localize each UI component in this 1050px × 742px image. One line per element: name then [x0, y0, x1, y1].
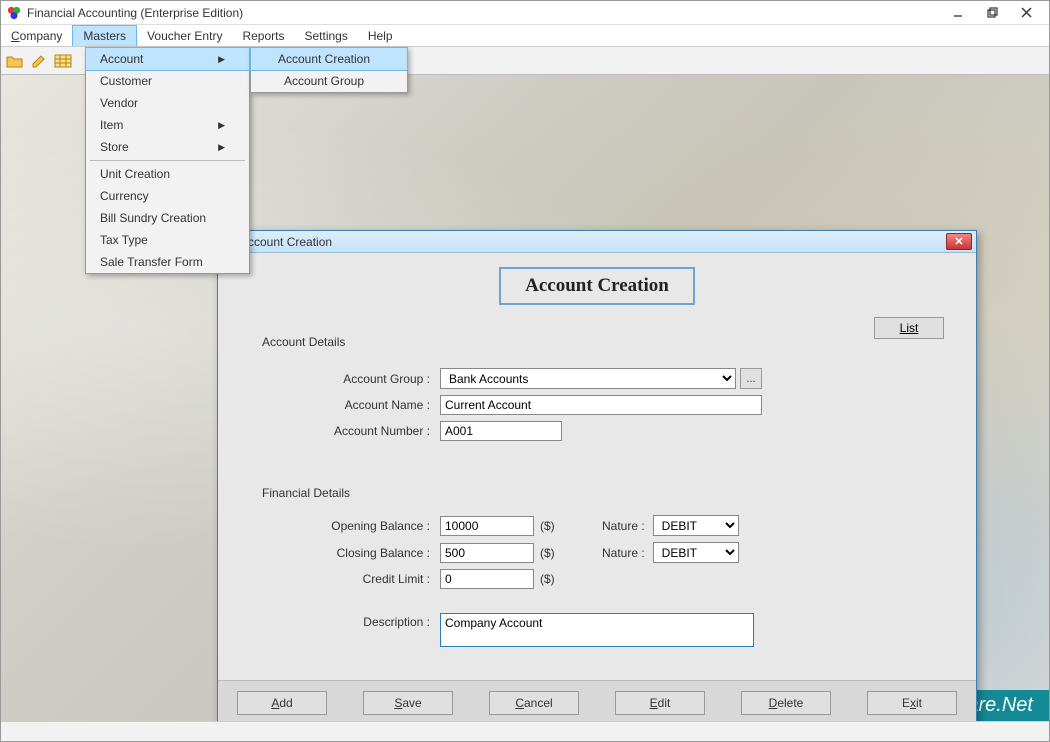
label-account-number: Account Number :	[240, 424, 440, 438]
account-creation-dialog: Account Creation ✕ Account Creation List…	[217, 230, 977, 721]
title-bar: Financial Accounting (Enterprise Edition…	[1, 1, 1049, 25]
menu-item-account[interactable]: Account▶	[85, 47, 250, 71]
section-account-details: Account Details	[262, 335, 954, 349]
nature-1-select[interactable]: DEBIT	[653, 515, 739, 536]
currency-unit: ($)	[540, 546, 555, 560]
menu-item-currency[interactable]: Currency	[86, 185, 249, 207]
window-title: Financial Accounting (Enterprise Edition…	[27, 6, 243, 20]
closing-balance-input[interactable]	[440, 543, 534, 563]
account-submenu: Account Creation Account Group	[250, 47, 408, 93]
toolbar-open-icon[interactable]	[5, 51, 25, 71]
label-account-group: Account Group :	[240, 372, 440, 386]
menu-item-sale-transfer[interactable]: Sale Transfer Form	[86, 251, 249, 273]
dialog-heading: Account Creation	[499, 267, 695, 305]
label-credit-limit: Credit Limit :	[240, 572, 440, 586]
description-textarea[interactable]: Company Account	[440, 613, 754, 647]
save-button[interactable]: Save	[363, 691, 453, 715]
dialog-button-bar: Add Save Cancel Edit Delete Exit	[218, 680, 976, 721]
toolbar-grid-icon[interactable]	[53, 51, 73, 71]
dialog-close-button[interactable]: ✕	[946, 233, 972, 250]
label-closing-balance: Closing Balance :	[240, 546, 440, 560]
list-button[interactable]: List	[874, 317, 944, 339]
menu-voucher[interactable]: Voucher Entry	[137, 25, 232, 46]
menu-item-customer[interactable]: Customer	[86, 70, 249, 92]
label-nature-2: Nature :	[595, 546, 653, 560]
maximize-button[interactable]	[975, 2, 1009, 24]
menu-bar: Company Masters Voucher Entry Reports Se…	[1, 25, 1049, 47]
submenu-account-creation[interactable]: Account Creation	[250, 47, 408, 71]
cancel-button[interactable]: Cancel	[489, 691, 579, 715]
menu-item-item[interactable]: Item▶	[86, 114, 249, 136]
currency-unit: ($)	[540, 572, 555, 586]
menu-item-vendor[interactable]: Vendor	[86, 92, 249, 114]
account-number-input[interactable]	[440, 421, 562, 441]
section-financial-details: Financial Details	[262, 486, 954, 500]
account-group-browse-button[interactable]: ...	[740, 368, 762, 389]
menu-item-tax-type[interactable]: Tax Type	[86, 229, 249, 251]
masters-dropdown: Account▶ Customer Vendor Item▶ Store▶ Un…	[85, 47, 250, 274]
label-nature-1: Nature :	[595, 519, 653, 533]
menu-company[interactable]: Company	[1, 25, 72, 46]
app-icon	[7, 6, 21, 20]
nature-2-select[interactable]: DEBIT	[653, 542, 739, 563]
label-account-name: Account Name :	[240, 398, 440, 412]
opening-balance-input[interactable]	[440, 516, 534, 536]
menu-reports[interactable]: Reports	[232, 25, 294, 46]
close-button[interactable]	[1009, 2, 1043, 24]
account-group-select[interactable]: Bank Accounts	[440, 368, 736, 389]
menu-masters[interactable]: Masters	[72, 25, 137, 46]
credit-limit-input[interactable]	[440, 569, 534, 589]
status-bar	[1, 721, 1049, 741]
toolbar-edit-icon[interactable]	[29, 51, 49, 71]
label-opening-balance: Opening Balance :	[240, 519, 440, 533]
menu-separator	[90, 160, 245, 161]
add-button[interactable]: Add	[237, 691, 327, 715]
minimize-button[interactable]	[941, 2, 975, 24]
menu-item-unit-creation[interactable]: Unit Creation	[86, 163, 249, 185]
label-description: Description :	[240, 613, 440, 629]
exit-button[interactable]: Exit	[867, 691, 957, 715]
account-name-input[interactable]	[440, 395, 762, 415]
dialog-body: Account Creation List Account Details Ac…	[218, 253, 976, 680]
dialog-title: Account Creation	[240, 235, 332, 249]
edit-button[interactable]: Edit	[615, 691, 705, 715]
menu-settings[interactable]: Settings	[294, 25, 357, 46]
menu-help[interactable]: Help	[358, 25, 403, 46]
delete-button[interactable]: Delete	[741, 691, 831, 715]
dialog-title-bar: Account Creation ✕	[218, 231, 976, 253]
currency-unit: ($)	[540, 519, 555, 533]
submenu-account-group[interactable]: Account Group	[251, 70, 407, 92]
menu-item-store[interactable]: Store▶	[86, 136, 249, 158]
menu-item-bill-sundry[interactable]: Bill Sundry Creation	[86, 207, 249, 229]
